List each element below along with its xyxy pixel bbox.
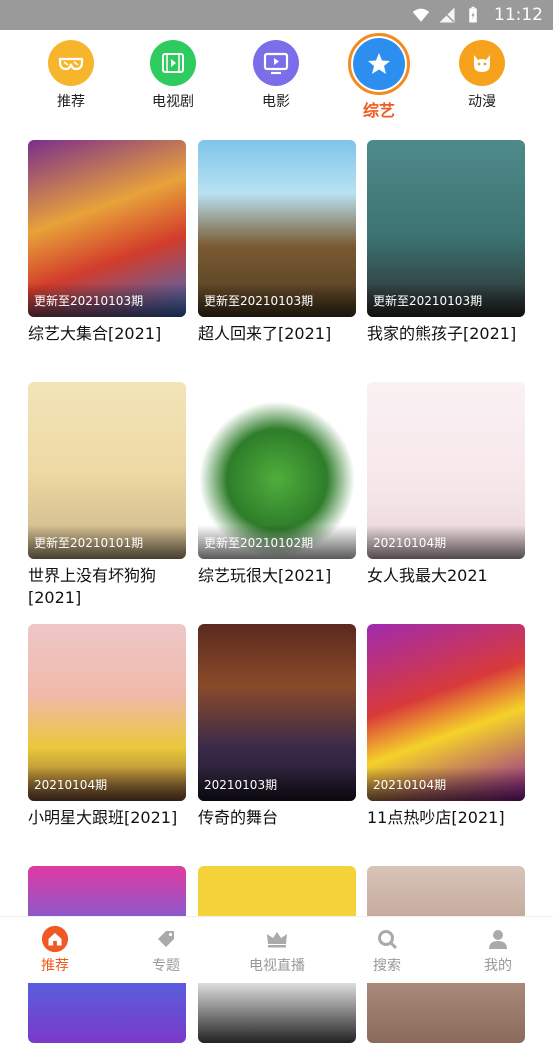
show-card[interactable]: 20210103期 传奇的舞台 <box>198 624 356 829</box>
show-card[interactable]: 更新至20210103期 我家的熊孩子[2021] <box>367 140 525 345</box>
film-icon <box>150 40 196 86</box>
tab-live-tv[interactable]: 电视直播 <box>237 925 317 975</box>
active-ring <box>348 33 410 95</box>
tab-label: 搜索 <box>373 958 401 974</box>
status-bar: 11:12 <box>0 0 553 30</box>
episode-badge: 20210103期 <box>204 778 278 792</box>
show-poster: 更新至20210101期 <box>28 382 186 559</box>
show-title: 超人回来了[2021] <box>198 324 332 343</box>
show-title: 综艺玩很大[2021] <box>198 566 332 585</box>
tab-topics[interactable]: 专题 <box>126 925 206 975</box>
show-title: 世界上没有坏狗狗[2021] <box>28 566 157 607</box>
episode-badge: 更新至20210103期 <box>204 294 314 308</box>
show-title: 综艺大集合[2021] <box>28 324 162 343</box>
show-poster: 更新至20210103期 <box>198 140 356 317</box>
episode-badge: 20210104期 <box>373 536 447 550</box>
show-poster: 更新至20210102期 <box>198 382 356 559</box>
tab-label: 电视直播 <box>249 958 305 974</box>
show-title: 11点热吵店[2021] <box>367 808 505 827</box>
tab-label: 我的 <box>484 958 512 974</box>
episode-badge: 更新至20210101期 <box>34 536 144 550</box>
episode-badge: 更新至20210103期 <box>34 294 144 308</box>
show-poster: 20210104期 <box>367 624 525 801</box>
tv-icon <box>253 40 299 86</box>
category-label: 电影 <box>262 94 290 110</box>
show-poster: 20210104期 <box>367 382 525 559</box>
show-card[interactable]: 更新至20210103期 超人回来了[2021] <box>198 140 356 345</box>
category-tv-series[interactable]: 电视剧 <box>133 40 213 111</box>
home-icon <box>41 925 69 953</box>
show-poster: 20210103期 <box>198 624 356 801</box>
episode-badge: 更新至20210103期 <box>373 294 483 308</box>
tab-search[interactable]: 搜索 <box>347 925 427 975</box>
category-label: 推荐 <box>57 94 85 110</box>
category-anime[interactable]: 动漫 <box>442 40 522 111</box>
status-time: 11:12 <box>494 5 543 25</box>
category-movie[interactable]: 电影 <box>236 40 316 111</box>
bottom-tab-bar: 推荐 专题 电视直播 搜索 我的 <box>0 916 553 983</box>
star-icon <box>353 38 405 90</box>
category-label: 电视剧 <box>152 94 194 110</box>
show-poster: 更新至20210103期 <box>28 140 186 317</box>
show-card[interactable]: 更新至20210101期 世界上没有坏狗狗[2021] <box>28 382 186 609</box>
show-card[interactable]: 更新至20210103期 综艺大集合[2021] <box>28 140 186 345</box>
crown-icon <box>263 925 291 953</box>
show-title: 女人我最大2021 <box>367 566 488 585</box>
show-card[interactable]: 20210104期 小明星大跟班[2021] <box>28 624 186 829</box>
category-label: 动漫 <box>468 94 496 110</box>
tag-icon <box>152 925 180 953</box>
show-title: 传奇的舞台 <box>198 808 279 827</box>
show-title: 我家的熊孩子[2021] <box>367 324 517 343</box>
show-card[interactable]: 更新至20210102期 综艺玩很大[2021] <box>198 382 356 587</box>
no-signal-icon <box>439 7 455 23</box>
tab-recommend[interactable]: 推荐 <box>15 925 95 975</box>
battery-icon <box>469 6 477 23</box>
wifi-icon <box>412 8 430 22</box>
category-bar: 推荐 电视剧 电影 综艺 动漫 <box>0 30 553 125</box>
tab-mine[interactable]: 我的 <box>458 925 538 975</box>
tab-label: 推荐 <box>41 958 69 974</box>
sunglasses-icon <box>48 40 94 86</box>
show-poster: 更新至20210103期 <box>367 140 525 317</box>
category-label: 综艺 <box>362 101 395 120</box>
show-card[interactable]: 20210104期 11点热吵店[2021] <box>367 624 525 829</box>
user-icon <box>484 925 512 953</box>
cat-icon <box>459 40 505 86</box>
search-icon <box>373 925 401 953</box>
category-recommend[interactable]: 推荐 <box>31 40 111 111</box>
show-card[interactable]: 20210104期 女人我最大2021 <box>367 382 525 587</box>
category-variety[interactable]: 综艺 <box>339 33 419 121</box>
tab-label: 专题 <box>152 958 180 974</box>
show-title: 小明星大跟班[2021] <box>28 808 178 827</box>
show-poster: 20210104期 <box>28 624 186 801</box>
episode-badge: 20210104期 <box>373 778 447 792</box>
episode-badge: 20210104期 <box>34 778 108 792</box>
episode-badge: 更新至20210102期 <box>204 536 314 550</box>
